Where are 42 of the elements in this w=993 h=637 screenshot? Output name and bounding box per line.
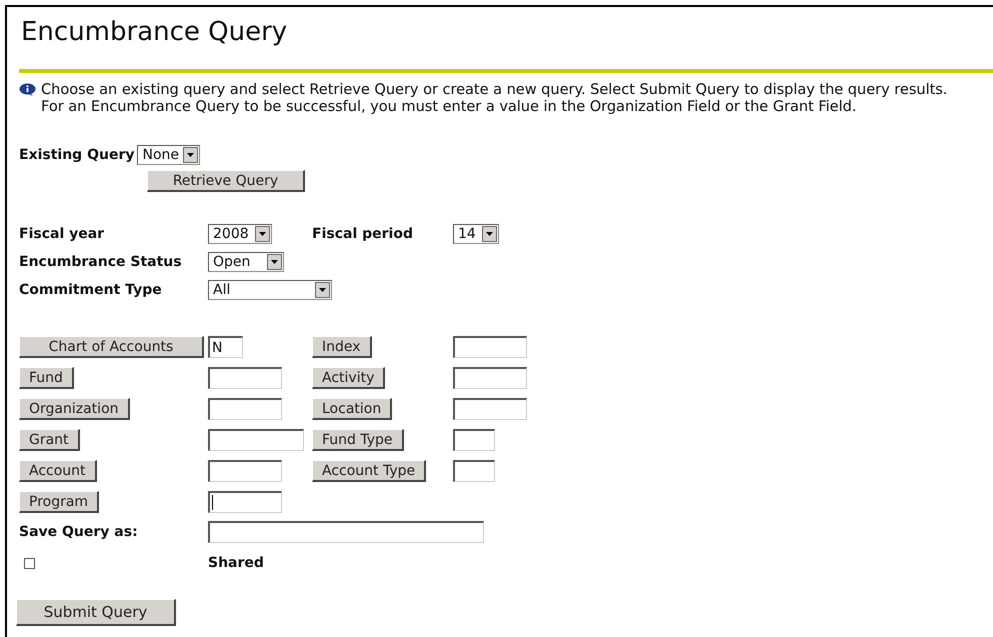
- dropdown[interactable]: None: [137, 145, 200, 165]
- input-field[interactable]: [208, 398, 282, 420]
- input-field[interactable]: [208, 429, 304, 451]
- lookup-button[interactable]: Chart of Accounts: [19, 336, 204, 358]
- field-label: Shared: [208, 555, 265, 571]
- input-field[interactable]: [453, 398, 527, 420]
- lookup-button[interactable]: Grant: [19, 429, 80, 451]
- lookup-button[interactable]: Index: [312, 336, 372, 358]
- lookup-button[interactable]: Account Type: [312, 460, 426, 482]
- input-field[interactable]: [453, 429, 495, 451]
- instruction-text: For an Encumbrance Query to be successful, you must enter a value in the Organization Field or the Grant Field.: [41, 98, 858, 115]
- field-label: Save Query as:: [19, 524, 139, 540]
- input-field[interactable]: [453, 460, 495, 482]
- lookup-button[interactable]: Fund Type: [312, 429, 404, 451]
- input-field[interactable]: N: [208, 336, 243, 358]
- lookup-button[interactable]: Account: [19, 460, 97, 482]
- checkbox[interactable]: [24, 558, 35, 568]
- input-field[interactable]: [208, 460, 282, 482]
- lookup-button[interactable]: Organization: [19, 398, 130, 420]
- instruction-text: Choose an existing query and select Retrieve Query or create a new query. Select Submit Query to display the query results.: [41, 81, 948, 98]
- lookup-button[interactable]: Activity: [312, 367, 386, 389]
- page-title: Encumbrance Query: [20, 16, 288, 49]
- lookup-button[interactable]: Fund: [19, 367, 74, 389]
- submit-query-button[interactable]: Submit Query: [16, 599, 176, 626]
- field-label: Encumbrance Status: [19, 254, 183, 270]
- info-icon: [19, 83, 36, 96]
- field-label: Commitment Type: [19, 282, 163, 298]
- retrieve-query-button[interactable]: Retrieve Query: [147, 170, 305, 192]
- input-field[interactable]: [453, 336, 527, 358]
- input-field[interactable]: [208, 521, 484, 543]
- dropdown[interactable]: All: [208, 280, 332, 300]
- field-label: Existing Query: [19, 147, 134, 163]
- dropdown[interactable]: Open: [208, 252, 284, 272]
- lookup-button[interactable]: Program: [19, 491, 100, 513]
- input-field[interactable]: [453, 367, 527, 389]
- field-label: Fiscal year: [19, 226, 106, 242]
- field-label: Fiscal period: [312, 226, 414, 242]
- lookup-button[interactable]: Location: [312, 398, 392, 420]
- dropdown[interactable]: 2008: [208, 224, 272, 244]
- dropdown[interactable]: 14: [453, 224, 499, 244]
- input-field[interactable]: [208, 367, 282, 389]
- input-field[interactable]: [208, 491, 282, 513]
